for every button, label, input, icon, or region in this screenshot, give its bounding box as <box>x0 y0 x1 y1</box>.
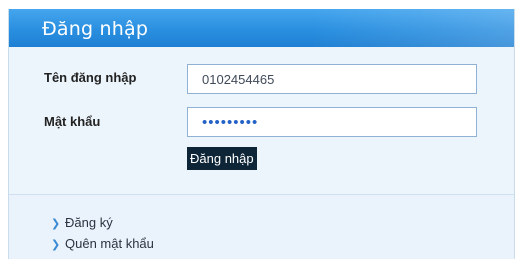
login-form: Tên đăng nhập Mật khẩu <box>9 47 514 194</box>
password-input[interactable] <box>187 107 477 137</box>
forgot-password-link-label: Quên mật khẩu <box>65 236 154 251</box>
login-panel: Đăng nhập Tên đăng nhập Mật khẩu Đăng nh… <box>8 9 515 259</box>
chevron-right-icon: ❯ <box>51 218 61 230</box>
username-input[interactable] <box>187 64 477 94</box>
register-link[interactable]: ❯ Đăng ký <box>51 215 113 230</box>
panel-header: Đăng nhập <box>9 9 514 47</box>
panel-title: Đăng nhập <box>42 18 149 40</box>
login-button[interactable]: Đăng nhập <box>187 147 257 170</box>
forgot-password-link[interactable]: ❯ Quên mật khẩu <box>51 236 154 251</box>
password-label: Mật khẩu <box>44 114 101 129</box>
chevron-right-icon: ❯ <box>51 239 61 251</box>
register-link-label: Đăng ký <box>65 215 113 230</box>
header-decoration <box>314 9 514 47</box>
page: Đăng nhập Tên đăng nhập Mật khẩu Đăng nh… <box>0 0 515 259</box>
account-links: ❯ Đăng ký ❯ Quên mật khẩu <box>9 195 514 259</box>
username-label: Tên đăng nhập <box>44 70 137 85</box>
